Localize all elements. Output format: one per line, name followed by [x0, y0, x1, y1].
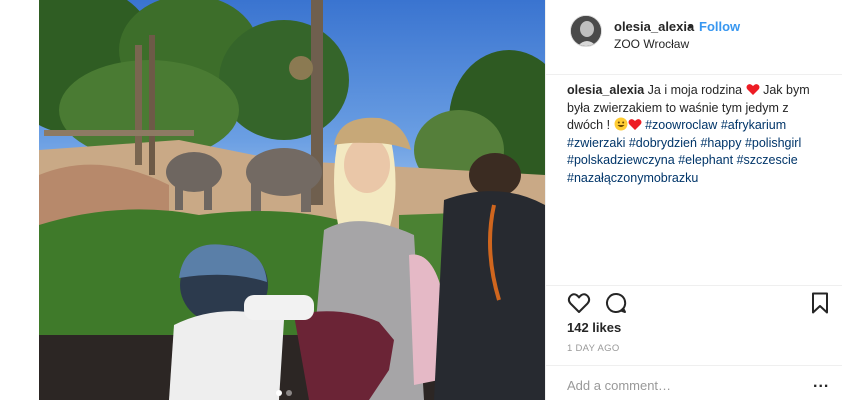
photo-scene	[39, 0, 545, 400]
woman-face	[344, 137, 390, 193]
post-side-panel: olesia_alexia • Follow ZOO Wrocław olesi…	[545, 0, 842, 400]
separator-bullet: •	[688, 19, 693, 34]
elephant-leg	[204, 180, 212, 210]
avatar[interactable]	[570, 15, 602, 47]
elephant-leg	[301, 180, 311, 212]
carousel-dot[interactable]	[286, 390, 292, 396]
hashtag-link[interactable]: #afrykarium	[721, 118, 786, 132]
elephant	[166, 152, 222, 192]
post-photo[interactable]	[39, 0, 545, 400]
hashtag-link[interactable]: #polishgirl	[745, 136, 801, 150]
avatar-image	[571, 16, 601, 46]
hashtag-link[interactable]: #happy	[700, 136, 741, 150]
carousel-dots	[276, 390, 292, 396]
hashtag-link[interactable]: #nazałączonymobrazku	[567, 171, 698, 185]
beam	[44, 130, 194, 136]
girl-jacket	[169, 311, 284, 400]
hashtag-link[interactable]: #elephant	[678, 153, 733, 167]
hashtag-link[interactable]: #dobrydzień	[629, 136, 697, 150]
post-header: olesia_alexia • Follow ZOO Wrocław	[546, 0, 842, 75]
post-timestamp[interactable]: 1 DAY AGO	[567, 343, 620, 354]
hashtag-link[interactable]: #szczescie	[737, 153, 798, 167]
pole	[135, 45, 142, 165]
left-margin	[0, 0, 39, 400]
hashtag-link[interactable]: #polskadziewczyna	[567, 153, 675, 167]
likes-count[interactable]: 142 likes	[567, 320, 621, 335]
bookmark-icon[interactable]	[808, 291, 832, 315]
elephant-leg	[251, 180, 261, 212]
pole	[149, 35, 155, 175]
girl-arm	[244, 295, 314, 320]
more-options-button[interactable]: ...	[813, 374, 829, 392]
grinning-emoji-icon	[614, 117, 628, 131]
hashtag-link[interactable]: #zwierzaki	[567, 136, 625, 150]
man-hair	[469, 153, 521, 197]
tree-foliage	[219, 20, 349, 140]
location-link[interactable]: ZOO Wrocław	[614, 37, 689, 51]
elephant-leg	[175, 180, 183, 210]
comment-input[interactable]	[567, 378, 797, 393]
hay-bag	[289, 56, 313, 80]
heart-icon[interactable]	[567, 291, 591, 315]
carousel-dot-active[interactable]	[276, 390, 282, 396]
caption-text-1: Ja i moja rodzina	[647, 83, 743, 97]
follow-button[interactable]: Follow	[699, 19, 740, 34]
comment-icon[interactable]	[604, 291, 628, 315]
post-caption: olesia_alexia Ja i moja rodzina Jak bym …	[567, 82, 819, 187]
red-heart-emoji-icon	[746, 84, 760, 95]
caption-username[interactable]: olesia_alexia	[567, 83, 644, 97]
red-heart-emoji-icon	[628, 119, 642, 130]
username-link[interactable]: olesia_alexia	[614, 19, 694, 34]
hashtag-link[interactable]: #zoowroclaw	[645, 118, 717, 132]
